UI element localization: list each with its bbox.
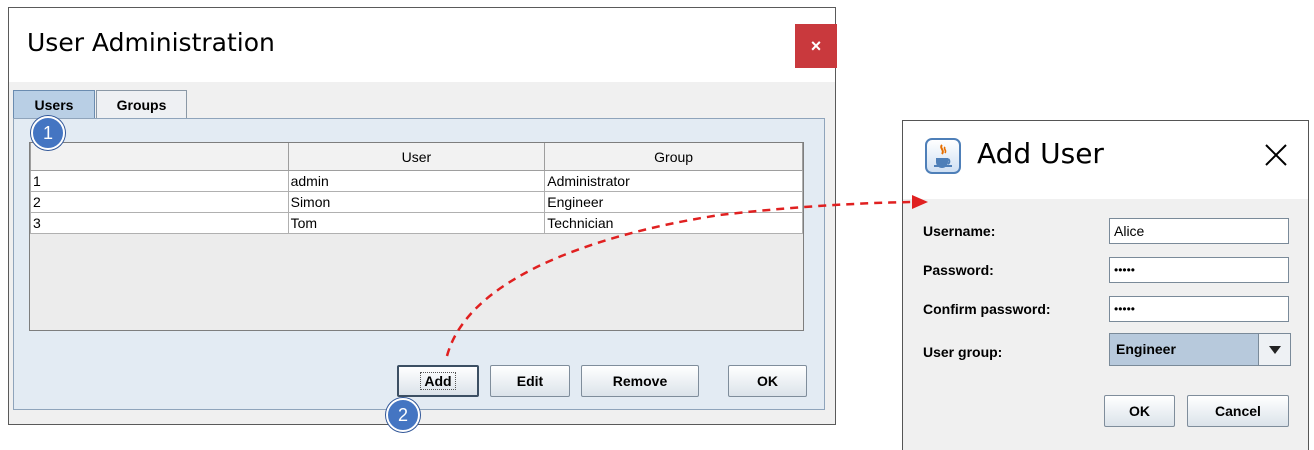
window-title: User Administration [27, 28, 275, 57]
user-group-label: User group: [923, 344, 1003, 360]
ok-button[interactable]: OK [728, 365, 807, 397]
table-cell-group: Technician [544, 212, 803, 234]
users-table: User Group 1 admin Administrator 2 Simon… [30, 143, 803, 234]
close-icon: × [810, 35, 822, 56]
password-label: Password: [923, 262, 994, 278]
table-row[interactable]: 1 admin Administrator [30, 170, 803, 192]
table-cell-index: 2 [30, 191, 289, 213]
dialog-cancel-button[interactable]: Cancel [1187, 395, 1289, 427]
table-cell-user: Simon [287, 191, 546, 213]
dropdown-arrow-icon[interactable] [1258, 334, 1290, 365]
tab-users[interactable]: Users [13, 90, 95, 118]
column-header-index[interactable] [30, 143, 289, 171]
add-button[interactable]: Add [397, 365, 479, 397]
password-field[interactable]: ••••• [1109, 257, 1289, 283]
dialog-title-bar: Add User [903, 121, 1308, 199]
remove-button[interactable]: Remove [581, 365, 699, 397]
username-field[interactable]: Alice [1109, 218, 1289, 244]
column-header-group[interactable]: Group [544, 143, 803, 171]
tab-groups[interactable]: Groups [96, 90, 187, 118]
users-table-scrollpane[interactable]: User Group 1 admin Administrator 2 Simon… [29, 142, 804, 331]
add-button-label: Add [420, 372, 456, 390]
user-administration-window: User Administration × Users Groups User … [8, 7, 837, 425]
table-row[interactable]: 3 Tom Technician [30, 212, 803, 234]
title-bar: User Administration × [9, 8, 837, 82]
table-header-row: User Group [30, 143, 803, 171]
step-badge-1: 1 [31, 116, 65, 150]
close-x-icon[interactable] [1258, 137, 1294, 173]
user-group-selected-value: Engineer [1116, 341, 1176, 357]
user-group-select[interactable]: Engineer [1109, 333, 1291, 366]
column-header-user[interactable]: User [287, 143, 546, 171]
table-cell-index: 1 [30, 170, 289, 192]
edit-button[interactable]: Edit [490, 365, 570, 397]
table-cell-index: 3 [30, 212, 289, 234]
close-button[interactable]: × [795, 24, 837, 68]
dialog-title: Add User [977, 137, 1104, 170]
add-user-dialog: Add User Username: Alice Password: •••••… [902, 120, 1309, 450]
confirm-password-field[interactable]: ••••• [1109, 296, 1289, 322]
table-cell-group: Engineer [544, 191, 803, 213]
step-badge-2: 2 [386, 398, 420, 432]
username-label: Username: [923, 223, 996, 239]
table-row[interactable]: 2 Simon Engineer [30, 191, 803, 213]
table-cell-group: Administrator [544, 170, 803, 192]
table-cell-user: admin [287, 170, 546, 192]
confirm-password-label: Confirm password: [923, 301, 1051, 317]
table-cell-user: Tom [287, 212, 546, 234]
java-cup-icon [925, 138, 961, 174]
dialog-ok-button[interactable]: OK [1104, 395, 1175, 427]
